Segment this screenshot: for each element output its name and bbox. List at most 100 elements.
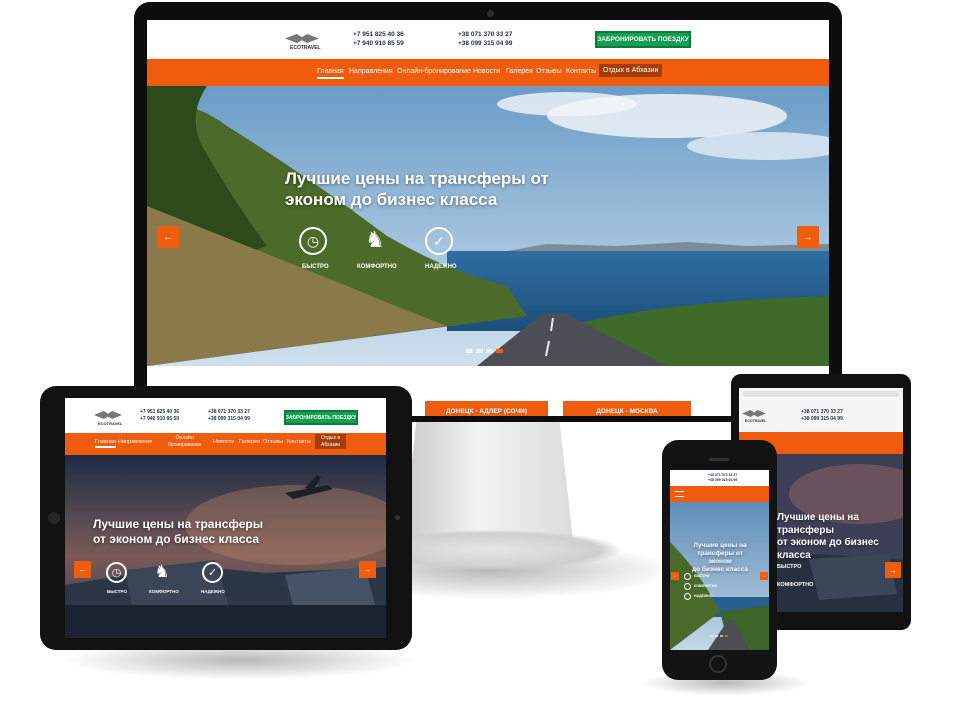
feature-label: Быстро: [302, 264, 329, 270]
thumbs-up-icon: [684, 593, 691, 600]
nav-item-directions[interactable]: Направления: [118, 439, 152, 445]
slider-next-button[interactable]: →: [359, 561, 376, 578]
nav-item-online-booking[interactable]: Онлайн-бронирование: [397, 68, 471, 75]
menu-icon[interactable]: [675, 491, 684, 497]
phone-number[interactable]: +7 940 910 85 59: [140, 416, 179, 423]
slider-dot[interactable]: [710, 635, 713, 637]
hero-background-image: [147, 86, 829, 366]
site-logo[interactable]: ECOTRAVEL: [98, 421, 122, 426]
slider-next-button[interactable]: →: [885, 562, 901, 578]
nav-item-home[interactable]: Главная: [317, 68, 344, 79]
phone-home-button: [709, 655, 727, 673]
monitor-camera: [487, 10, 494, 17]
slider-next-button[interactable]: →: [760, 572, 768, 580]
phone-number[interactable]: +38 071 370 33 27: [208, 409, 250, 416]
phone-number[interactable]: +38 099 315 04 99: [458, 39, 512, 48]
slider-next-button[interactable]: →: [797, 226, 819, 248]
tablet-screen: ECOTRAVEL +7 951 825 40 36 +7 940 910 85…: [65, 398, 386, 638]
nav-item-home[interactable]: Главная: [95, 439, 116, 448]
site-header: ECOTRAVEL +7 951 825 40 36 +7 940 910 85…: [65, 398, 386, 432]
seat-icon: ♞: [365, 227, 385, 252]
slider-dot[interactable]: [720, 635, 723, 637]
tablet-home-button: [48, 512, 60, 524]
feature-label: Надежно: [201, 589, 225, 594]
phone-number[interactable]: +7 951 825 40 36: [353, 30, 404, 39]
monitor-stand: [403, 420, 573, 540]
slider-dot-active[interactable]: [725, 635, 728, 637]
route-card[interactable]: Донецк - Адлер (Сочи): [425, 401, 548, 416]
thumbs-up-icon: ✓: [202, 562, 223, 583]
phone-number[interactable]: +7 951 825 40 36: [140, 409, 179, 416]
site-header: ECOTRAVEL +7 951 825 40 36 +7 940 910 85…: [147, 20, 829, 58]
nav-item-reviews[interactable]: Отзывы: [263, 439, 283, 445]
hero-slider: Лучшие цены на трансферы от эконом до би…: [670, 502, 769, 650]
nav-item-contacts[interactable]: Контакты: [566, 68, 596, 75]
slider-prev-button[interactable]: ←: [157, 226, 179, 248]
nav-item-abkhazia[interactable]: Отдых в Абхазии: [599, 64, 663, 77]
nav-item-directions[interactable]: Направления: [349, 68, 393, 75]
slider-dot[interactable]: [476, 349, 483, 353]
feature-label: Надежно: [694, 594, 713, 598]
clock-icon: [684, 573, 691, 580]
phones-russia: +7 951 825 40 36 +7 940 910 85 59: [353, 30, 404, 49]
hero-title: Лучшие цены на трансферы от эконом до би…: [93, 517, 263, 546]
browser-bar: ECOTRAVEL +38 071 370 33 27 +38 099 315 …: [739, 388, 903, 432]
main-nav: [670, 486, 769, 502]
desktop-screen: ECOTRAVEL +7 951 825 40 36 +7 940 910 85…: [147, 20, 829, 416]
clock-icon: ◷: [106, 562, 127, 583]
feature-label: Комфортно: [149, 589, 179, 594]
slider-dot[interactable]: [466, 349, 473, 353]
slider-prev-button[interactable]: ←: [74, 561, 91, 578]
hero-title: Лучшие цены на трансферы от эконом до би…: [285, 169, 549, 210]
nav-item-gallery[interactable]: Галерея: [506, 68, 533, 75]
site-logo[interactable]: ECOTRAVEL: [290, 45, 320, 51]
tablet-camera: [395, 515, 400, 520]
nav-item-online-booking[interactable]: Онлайн бронирование: [168, 435, 201, 448]
logo-emblem-icon: [742, 410, 766, 417]
browser-address-bar[interactable]: [743, 391, 899, 397]
feature-label: Комфортно: [357, 264, 397, 270]
phone-number[interactable]: +38 099 315 04 99: [708, 478, 737, 483]
hero-slider: Лучшие цены на трансферы от эконом до би…: [65, 455, 386, 638]
nav-item-contacts[interactable]: Контакты: [287, 439, 311, 445]
book-trip-button[interactable]: Забронировать поездку: [284, 410, 358, 425]
feature-label: Комфортно: [694, 584, 718, 588]
logo-emblem-icon: [285, 34, 319, 43]
phones-ukraine: +38 071 370 33 27 +38 099 315 04 99: [208, 409, 250, 424]
route-card[interactable]: Донецк - Москва: [563, 401, 691, 416]
nav-item-reviews[interactable]: Отзывы: [536, 68, 562, 75]
hero-title: Лучшие цены на трансферы от эконом до би…: [691, 542, 749, 574]
feature-label: Быстро: [694, 574, 710, 578]
site-logo[interactable]: ECOTRAVEL: [745, 419, 766, 423]
slider-dot-active[interactable]: [496, 349, 503, 353]
logo-emblem-icon: [94, 411, 122, 419]
slider-dot[interactable]: [715, 635, 718, 637]
phones-ukraine: +38 071 370 33 27 +38 099 315 04 99: [458, 30, 512, 49]
phones-ukraine: +38 071 370 33 27 +38 099 315 04 99: [801, 409, 843, 424]
phones-ukraine: +38 071 370 33 27 +38 099 315 04 99: [708, 473, 737, 483]
phone-screen: +38 071 370 33 27 +38 099 315 04 99 Лучш…: [670, 470, 769, 650]
hero-title: Лучшие цены на трансферы от эконом до би…: [777, 512, 879, 561]
phone-number[interactable]: +38 071 370 33 27: [458, 30, 512, 39]
thumbs-up-icon: ✓: [425, 227, 453, 255]
nav-item-abkhazia[interactable]: Отдых в Абхазии: [315, 434, 347, 449]
feature-label: Быстро: [107, 589, 127, 594]
phone-number[interactable]: +38 099 315 04 99: [208, 416, 250, 423]
nav-item-news[interactable]: Новости: [473, 68, 500, 75]
phone-number[interactable]: +38 071 370 33 27: [801, 409, 843, 416]
phone-number[interactable]: +7 940 910 85 59: [353, 39, 404, 48]
phone-speaker: [709, 458, 729, 461]
seat-icon: [684, 583, 691, 590]
hero-slider: Лучшие цены на трансферы от эконом до би…: [147, 86, 829, 366]
nav-item-news[interactable]: Новости: [213, 439, 234, 445]
book-trip-button[interactable]: Забронировать поездку: [595, 31, 691, 48]
slider-dot[interactable]: [486, 349, 493, 353]
seat-icon: ♞: [154, 562, 170, 581]
phones-russia: +7 951 825 40 36 +7 940 910 85 59: [140, 409, 179, 424]
phone-number[interactable]: +38 099 315 04 99: [801, 416, 843, 423]
main-nav: Главная Направления Онлайн бронирование Н…: [65, 433, 386, 455]
nav-item-gallery[interactable]: Галерея: [239, 439, 260, 445]
slider-prev-button[interactable]: ←: [671, 572, 679, 580]
feature-label: Быстро: [777, 564, 802, 570]
feature-label: Надежно: [425, 264, 457, 270]
